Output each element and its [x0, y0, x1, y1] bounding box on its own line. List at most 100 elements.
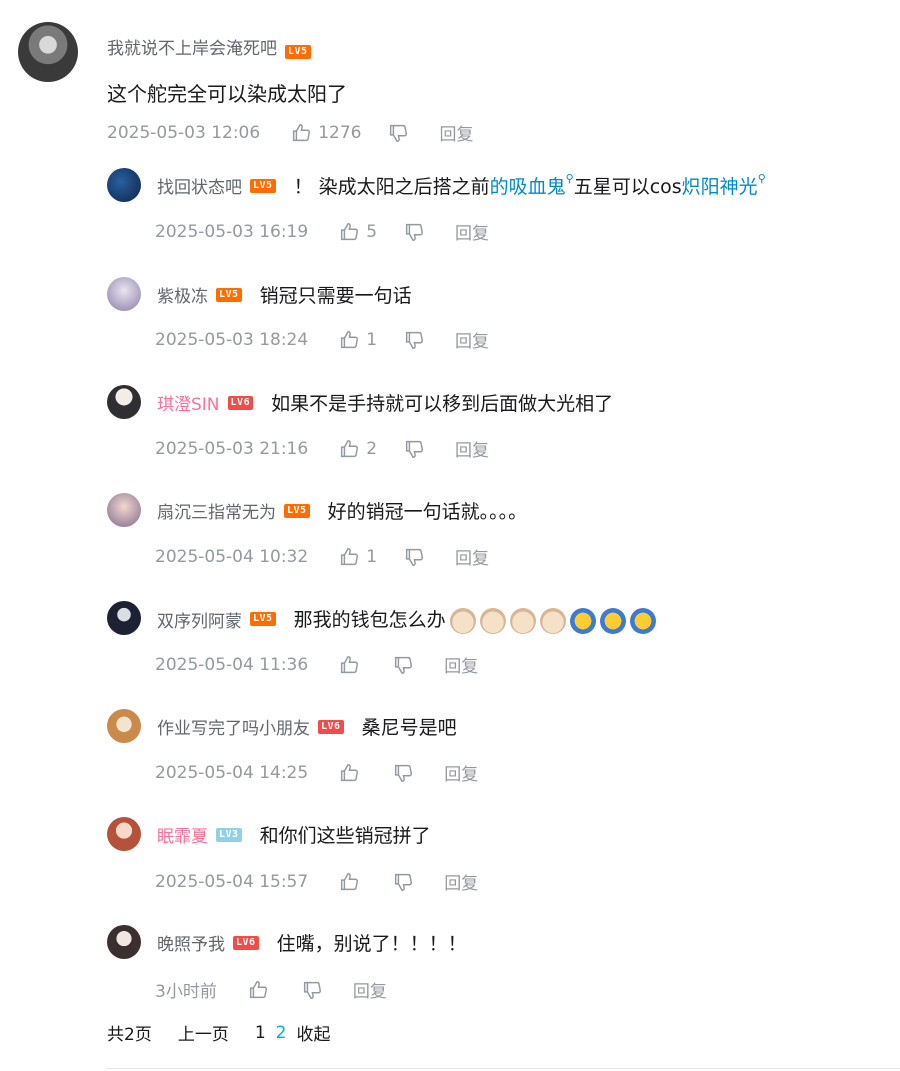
dislike-button[interactable]: [301, 979, 323, 1001]
reply-meta: 3小时前 回复: [155, 977, 387, 1002]
avatar[interactable]: [107, 385, 141, 419]
dog-emoji-icon: [539, 607, 566, 634]
dislike-button[interactable]: [392, 871, 414, 893]
reply-text: ！ 染成太阳之后搭之前的吸血鬼⚲五星可以cos炽阳神光⚲: [293, 172, 766, 198]
thumbs-down-icon: [395, 764, 413, 782]
avatar[interactable]: [107, 817, 141, 851]
divider: [107, 1068, 900, 1069]
like-count: 1: [366, 546, 378, 567]
reply-meta: 2025-05-03 21:16 2 回复: [155, 436, 489, 462]
like-button[interactable]: [338, 654, 366, 676]
collapse-link[interactable]: 收起: [296, 1020, 330, 1045]
comment-date: 2025-05-03 12:06: [107, 122, 261, 143]
reply-button[interactable]: 回复: [353, 977, 387, 1002]
reply-meta: 2025-05-04 11:36 回复: [155, 652, 478, 678]
reply-line: 扇沉三指常无为 LV5 好的销冠一句话就。。。。: [157, 497, 527, 524]
avatar[interactable]: [107, 168, 141, 202]
root-username[interactable]: 我就说不上岸会淹死吧 LV5: [107, 34, 311, 59]
reply-username[interactable]: 找回状态吧: [157, 173, 242, 198]
thumbs-down-icon: [395, 873, 413, 891]
thumbs-down-icon: [390, 124, 408, 142]
thumbs-up-icon: [341, 547, 359, 565]
root-avatar[interactable]: [18, 22, 78, 82]
level-badge: LV6: [318, 719, 344, 734]
thumbs-down-icon: [405, 331, 424, 349]
reply-button[interactable]: 回复: [439, 120, 473, 145]
reply-button[interactable]: 回复: [455, 544, 489, 569]
reply-button[interactable]: 回复: [455, 219, 489, 244]
avatar[interactable]: [107, 493, 141, 527]
reply-meta: 2025-05-04 15:57 回复: [155, 869, 478, 895]
thumbs-up-icon: [293, 123, 311, 141]
reply-meta: 2025-05-03 16:19 5 回复: [155, 219, 489, 245]
dislike-button[interactable]: [403, 438, 425, 460]
avatar[interactable]: [107, 709, 141, 743]
comment-date: 3小时前: [155, 982, 217, 1002]
reply-button[interactable]: 回复: [444, 652, 478, 677]
thumbs-down-icon: [303, 981, 321, 999]
dog-emoji-icon: [479, 607, 506, 634]
reply-username[interactable]: 双序列阿蒙: [157, 607, 242, 632]
reply-username[interactable]: 晚照予我: [157, 930, 225, 955]
like-button[interactable]: 1: [338, 546, 377, 568]
reply-meta: 2025-05-03 18:24 1 回复: [155, 327, 489, 353]
reply-line: 紫极冻 LV5 销冠只需要一句话: [157, 281, 412, 308]
prev-page-link[interactable]: 上一页: [178, 1020, 229, 1045]
like-button[interactable]: 5: [338, 221, 377, 243]
reply-username[interactable]: 琪澄SIN: [157, 390, 220, 415]
comment-date: 2025-05-04 11:36: [155, 654, 309, 675]
comment-date: 2025-05-03 16:19: [155, 221, 309, 242]
reply-text: 那我的钱包怎么办: [294, 605, 656, 634]
comment-date: 2025-05-03 21:16: [155, 438, 309, 459]
dislike-button[interactable]: [403, 546, 425, 568]
level-badge: LV6: [233, 935, 259, 950]
reply-username[interactable]: 作业写完了吗小朋友: [157, 714, 310, 739]
page-1-link[interactable]: 1: [255, 1023, 266, 1043]
reply-username[interactable]: 紫极冻: [157, 282, 208, 307]
thumbs-up-icon: [341, 872, 359, 890]
avatar[interactable]: [107, 601, 141, 635]
search-link[interactable]: 的吸血鬼: [490, 176, 566, 198]
like-button[interactable]: [338, 871, 366, 893]
avatar[interactable]: [107, 277, 141, 311]
comment-date: 2025-05-04 15:57: [155, 871, 309, 892]
reply-username[interactable]: 眠霏夏: [157, 822, 208, 847]
comment-date: 2025-05-03 18:24: [155, 329, 309, 350]
like-button[interactable]: 1: [338, 329, 377, 351]
level-badge: LV6: [227, 395, 254, 410]
like-count: 2: [366, 438, 378, 459]
level-badge: LV5: [284, 503, 310, 518]
like-button[interactable]: [338, 762, 366, 784]
like-button[interactable]: [247, 979, 275, 1001]
level-badge: LV3: [216, 827, 242, 842]
thumbs-up-icon: [341, 763, 359, 781]
like-button[interactable]: 2: [338, 438, 377, 460]
dislike-button[interactable]: [387, 122, 409, 144]
reply-button[interactable]: 回复: [455, 327, 489, 352]
search-icon: ⚲: [565, 172, 574, 185]
reply-line: 琪澄SIN LV6 如果不是手持就可以移到后面做大光相了: [157, 389, 613, 416]
avatar[interactable]: [107, 925, 141, 959]
reply-line: 找回状态吧 LV5 ！ 染成太阳之后搭之前的吸血鬼⚲五星可以cos炽阳神光⚲: [157, 172, 766, 199]
page-2-current[interactable]: 2: [276, 1023, 287, 1043]
reply-button[interactable]: 回复: [455, 436, 489, 461]
reply-text: 住嘴，别说了！！！！: [276, 933, 467, 955]
search-icon: ⚲: [757, 172, 766, 185]
reply-username[interactable]: 扇沉三指常无为: [157, 498, 276, 523]
crying-emoji-icon: [569, 607, 596, 634]
reply-text: 销冠只需要一句话: [259, 285, 412, 307]
reply-button[interactable]: 回复: [444, 869, 478, 894]
reply-button[interactable]: 回复: [444, 760, 478, 785]
like-button[interactable]: 1276: [290, 122, 361, 144]
reply-line: 作业写完了吗小朋友 LV6 桑尼号是吧: [157, 713, 457, 740]
search-link[interactable]: 炽阳神光: [682, 176, 758, 198]
page-total: 共2页: [107, 1025, 152, 1045]
dislike-button[interactable]: [403, 329, 425, 351]
level-badge: LV5: [250, 178, 276, 193]
root-comment-text: 这个舵完全可以染成太阳了: [107, 82, 347, 106]
dislike-button[interactable]: [403, 221, 425, 243]
dislike-button[interactable]: [392, 762, 414, 784]
dislike-button[interactable]: [392, 654, 414, 676]
reply-text: 和你们这些销冠拼了: [259, 825, 431, 847]
pagination: 共2页 上一页 1 2 收起: [107, 1020, 356, 1046]
